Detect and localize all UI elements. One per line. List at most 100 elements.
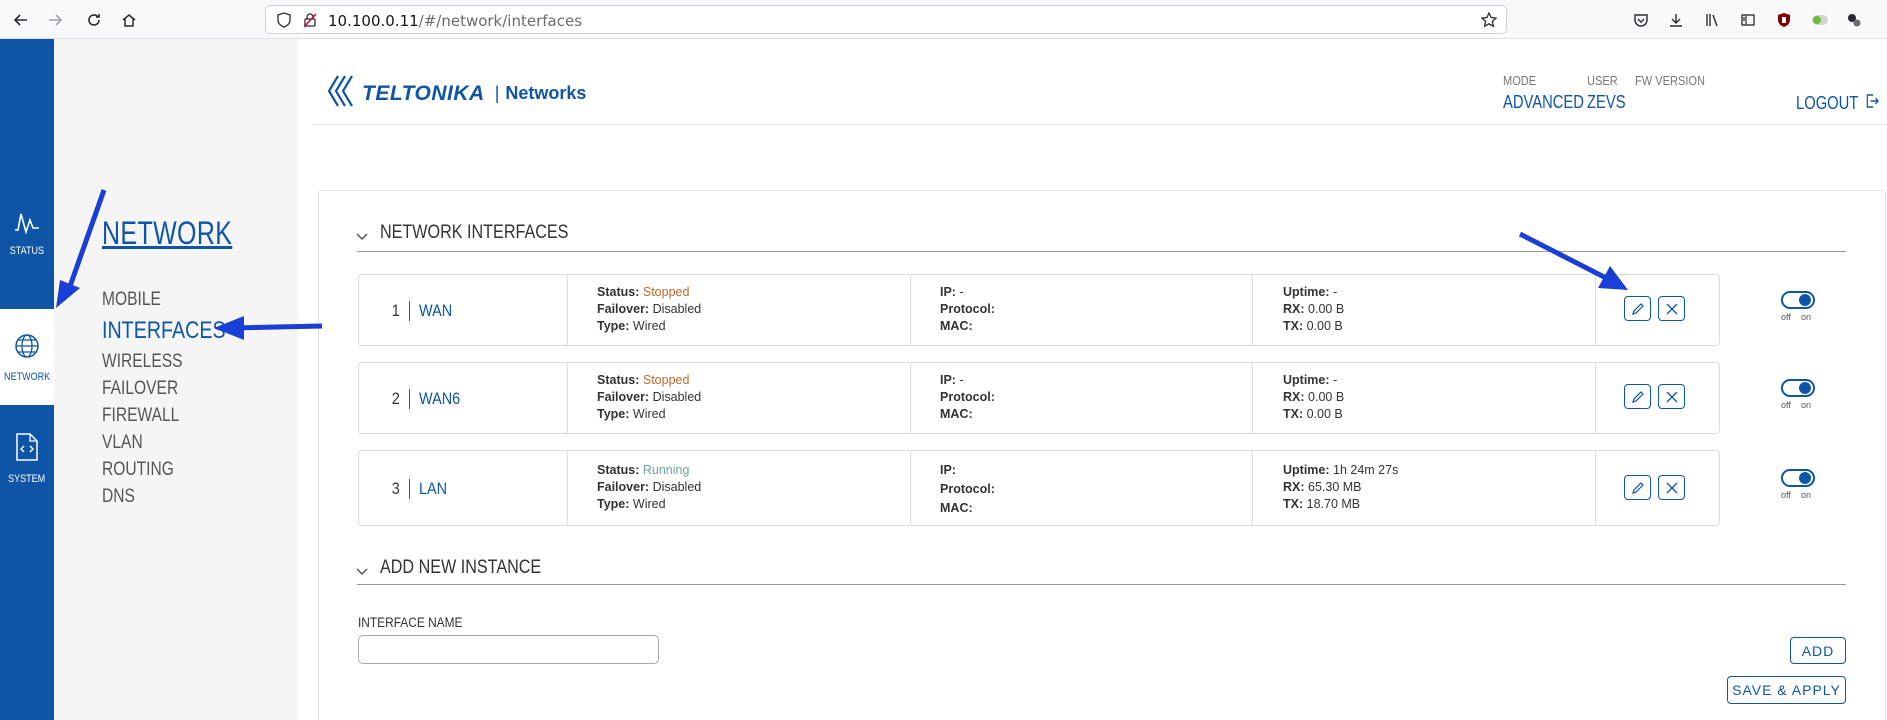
status-block: Status: Stopped Failover: Disabled Type:… xyxy=(597,373,702,421)
edit-button[interactable] xyxy=(1624,296,1651,321)
status-block: Status: Running Failover: Disabled Type:… xyxy=(597,463,702,511)
enable-toggle[interactable] xyxy=(1781,469,1815,487)
home-icon[interactable] xyxy=(118,9,140,31)
interface-name-label: INTERFACE NAME xyxy=(358,614,463,630)
address-block: IP: - Protocol: MAC: xyxy=(940,373,995,421)
row-name-bar xyxy=(409,389,410,409)
subnav-item-routing[interactable]: ROUTING xyxy=(102,459,174,481)
row-number: 3 xyxy=(391,479,400,498)
logout-label: LOGOUT xyxy=(1796,93,1859,113)
toggle-on-label: on xyxy=(1801,400,1812,410)
globe-icon xyxy=(13,332,41,365)
enable-toggle[interactable] xyxy=(1781,379,1815,397)
bookmark-star-icon[interactable] xyxy=(1480,11,1498,34)
extension-icon[interactable] xyxy=(1843,9,1865,31)
address-block: IP: - Protocol: MAC: xyxy=(940,285,995,333)
status-value: Stopped xyxy=(642,373,690,387)
library-icon[interactable] xyxy=(1701,9,1723,31)
type-value: Wired xyxy=(632,319,666,333)
forward-icon[interactable] xyxy=(44,9,66,31)
browser-toolbar: 10.100.0.11/#/network/interfaces xyxy=(0,0,1887,39)
rail-item-status[interactable]: STATUS xyxy=(0,185,54,281)
subnav-item-wireless[interactable]: WIRELESS xyxy=(102,351,183,373)
pocket-icon[interactable] xyxy=(1630,9,1652,31)
rail-label-network: NETWORK xyxy=(3,370,51,383)
row-number: 2 xyxy=(391,389,400,408)
subnav-item-failover[interactable]: FAILOVER xyxy=(102,378,178,400)
interface-row-wan: 1 WAN Status: Stopped Failover: Disabled… xyxy=(358,274,1720,346)
rx-value: 0.00 B xyxy=(1308,302,1345,316)
interface-name-input[interactable] xyxy=(358,635,659,664)
uptime-value: - xyxy=(1333,373,1338,387)
tx-value: 18.70 MB xyxy=(1306,497,1361,511)
status-value: Stopped xyxy=(642,285,690,299)
failover-value: Disabled xyxy=(652,302,702,316)
delete-button[interactable] xyxy=(1658,384,1685,409)
toggle-knob xyxy=(1799,382,1811,394)
subnav-item-interfaces[interactable]: INTERFACES xyxy=(102,317,226,345)
url-text: 10.100.0.11/#/network/interfaces xyxy=(328,12,583,30)
download-icon[interactable] xyxy=(1665,9,1687,31)
shield-icon[interactable] xyxy=(276,12,292,33)
tx-value: 0.00 B xyxy=(1306,319,1343,333)
cell-separator xyxy=(910,363,911,433)
uptime-value: 1h 24m 27s xyxy=(1333,463,1399,477)
close-icon xyxy=(1666,482,1677,493)
rx-value: 0.00 B xyxy=(1308,390,1345,404)
cell-separator xyxy=(1252,451,1253,525)
subnav-title: NETWORK xyxy=(102,215,233,251)
address-block: IP: Protocol: MAC: xyxy=(940,463,995,515)
logout-button[interactable]: LOGOUT xyxy=(1796,92,1880,115)
subnav-item-firewall[interactable]: FIREWALL xyxy=(102,405,179,427)
ublock-icon[interactable] xyxy=(1773,9,1795,31)
subnav-item-vlan[interactable]: VLAN xyxy=(102,432,143,454)
toggle-off-label: off xyxy=(1781,312,1791,322)
enable-toggle[interactable] xyxy=(1781,291,1815,309)
cell-separator xyxy=(1595,363,1596,433)
traffic-block: Uptime: 1h 24m 27s RX: 65.30 MB TX: 18.7… xyxy=(1283,463,1399,511)
failover-value: Disabled xyxy=(652,390,702,404)
insecure-lock-icon[interactable] xyxy=(302,12,318,33)
rail-label-system: SYSTEM xyxy=(8,472,46,485)
teltonika-logo[interactable]: TELTONIKA | Networks xyxy=(326,74,586,113)
rail-item-network[interactable]: NETWORK xyxy=(0,309,54,405)
address-bar[interactable]: 10.100.0.11/#/network/interfaces xyxy=(265,5,1507,34)
network-subnav: NETWORK MOBILE INTERFACES WIRELESS FAILO… xyxy=(54,39,298,720)
row-number: 1 xyxy=(391,301,400,320)
cell-separator xyxy=(910,451,911,525)
chevron-down-icon[interactable] xyxy=(356,230,368,244)
extension-toggle-icon[interactable] xyxy=(1809,9,1831,31)
cell-separator xyxy=(910,275,911,345)
pencil-icon xyxy=(1631,390,1644,403)
cell-separator xyxy=(1595,451,1596,525)
rx-value: 65.30 MB xyxy=(1308,480,1362,494)
logo-mark-icon xyxy=(326,74,360,113)
section-divider xyxy=(357,251,1846,252)
main-rail: STATUS NETWORK SYSTEM xyxy=(0,39,54,720)
user-label: USER xyxy=(1587,73,1618,88)
delete-button[interactable] xyxy=(1658,296,1685,321)
close-icon xyxy=(1666,391,1677,402)
row-name-bar xyxy=(409,479,410,499)
chevron-down-icon[interactable] xyxy=(356,565,368,579)
sidebar-icon[interactable] xyxy=(1737,9,1759,31)
toggle-off-label: off xyxy=(1781,400,1791,410)
subnav-item-dns[interactable]: DNS xyxy=(102,486,135,508)
add-button[interactable]: ADD xyxy=(1790,637,1846,664)
delete-button[interactable] xyxy=(1658,475,1685,500)
section-title-interfaces[interactable]: NETWORK INTERFACES xyxy=(380,222,568,244)
tx-value: 0.00 B xyxy=(1306,407,1343,421)
section-title-add-instance[interactable]: ADD NEW INSTANCE xyxy=(380,557,541,579)
edit-button[interactable] xyxy=(1624,384,1651,409)
cell-separator xyxy=(1252,275,1253,345)
mode-value[interactable]: ADVANCED xyxy=(1503,92,1584,113)
user-value: ZEVS xyxy=(1587,92,1626,112)
reload-icon[interactable] xyxy=(83,9,105,31)
toggle-on-label: on xyxy=(1801,490,1812,500)
subnav-item-mobile[interactable]: MOBILE xyxy=(102,289,161,311)
save-apply-button[interactable]: SAVE & APPLY xyxy=(1727,676,1846,704)
rail-item-system[interactable]: SYSTEM xyxy=(0,410,54,506)
back-icon[interactable] xyxy=(10,9,32,31)
edit-button[interactable] xyxy=(1624,475,1651,500)
mode-label: MODE xyxy=(1503,73,1537,88)
